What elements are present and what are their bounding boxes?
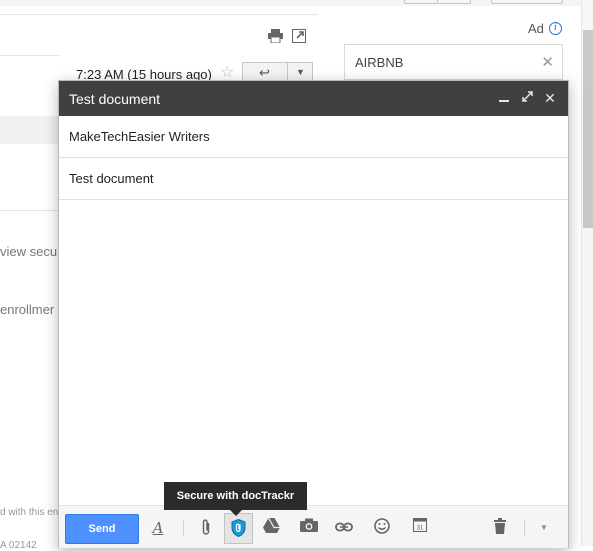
- top-button[interactable]: [437, 0, 471, 4]
- minimize-icon[interactable]: [495, 89, 513, 107]
- email-subject-fragment: !: [0, 176, 2, 199]
- close-icon[interactable]: ✕: [541, 89, 559, 107]
- label-band: [0, 116, 60, 144]
- open-new-window-icon[interactable]: [292, 29, 306, 46]
- discard-draft-icon[interactable]: [490, 518, 510, 538]
- print-icon[interactable]: [268, 29, 283, 46]
- compose-title: Test document: [69, 91, 161, 107]
- chevron-down-icon: ▼: [296, 67, 305, 77]
- scrollbar[interactable]: [581, 0, 593, 546]
- divider: [0, 14, 318, 15]
- scrollbar-thumb[interactable]: [583, 30, 593, 228]
- insert-link-icon[interactable]: [334, 518, 354, 538]
- top-button[interactable]: [491, 0, 563, 4]
- subject-value: Test document: [69, 171, 154, 186]
- send-button[interactable]: Send: [65, 514, 139, 544]
- star-icon[interactable]: ☆: [220, 65, 234, 81]
- compose-window: Test document ✕ MakeTechEasier Writers T…: [58, 80, 569, 548]
- full-screen-icon[interactable]: [518, 89, 536, 107]
- email-footer-fragment: d with this en: [0, 507, 59, 518]
- doctrackr-tooltip: Secure with docTrackr: [164, 482, 307, 516]
- emoji-icon[interactable]: [372, 518, 392, 538]
- formatting-options-icon[interactable]: A: [148, 518, 168, 538]
- top-button[interactable]: [404, 0, 438, 4]
- toolbar-separator: [183, 520, 184, 536]
- divider: [0, 210, 60, 211]
- attach-file-icon[interactable]: [196, 518, 216, 538]
- email-body-fragment: view secu: [0, 244, 58, 259]
- email-body-fragment: enrollmer: [0, 302, 55, 317]
- recipients-value: MakeTechEasier Writers: [69, 129, 210, 144]
- doctrackr-shield-icon: [231, 518, 246, 542]
- ad-search-value: AIRBNB: [355, 55, 404, 70]
- more-options-icon[interactable]: ▼: [534, 518, 554, 538]
- ad-label: Ad: [528, 21, 544, 36]
- ad-search-box[interactable]: AIRBNB ✕: [344, 44, 563, 80]
- svg-text:31: 31: [417, 526, 424, 532]
- subject-field[interactable]: Test document: [59, 158, 568, 200]
- message-body[interactable]: [59, 201, 568, 501]
- compose-header[interactable]: Test document ✕: [59, 81, 568, 116]
- calendar-icon[interactable]: 31: [410, 518, 430, 538]
- reply-icon: ↩: [259, 65, 270, 80]
- info-icon[interactable]: i: [549, 22, 562, 35]
- close-icon[interactable]: ✕: [541, 53, 554, 71]
- google-drive-icon[interactable]: [261, 517, 281, 538]
- compose-toolbar: Send A 31 ▼: [59, 505, 568, 548]
- doctrackr-button[interactable]: [224, 513, 253, 544]
- divider: [0, 55, 60, 56]
- toolbar-separator: [524, 520, 525, 536]
- recipients-field[interactable]: MakeTechEasier Writers: [59, 116, 568, 158]
- camera-icon[interactable]: [299, 518, 319, 538]
